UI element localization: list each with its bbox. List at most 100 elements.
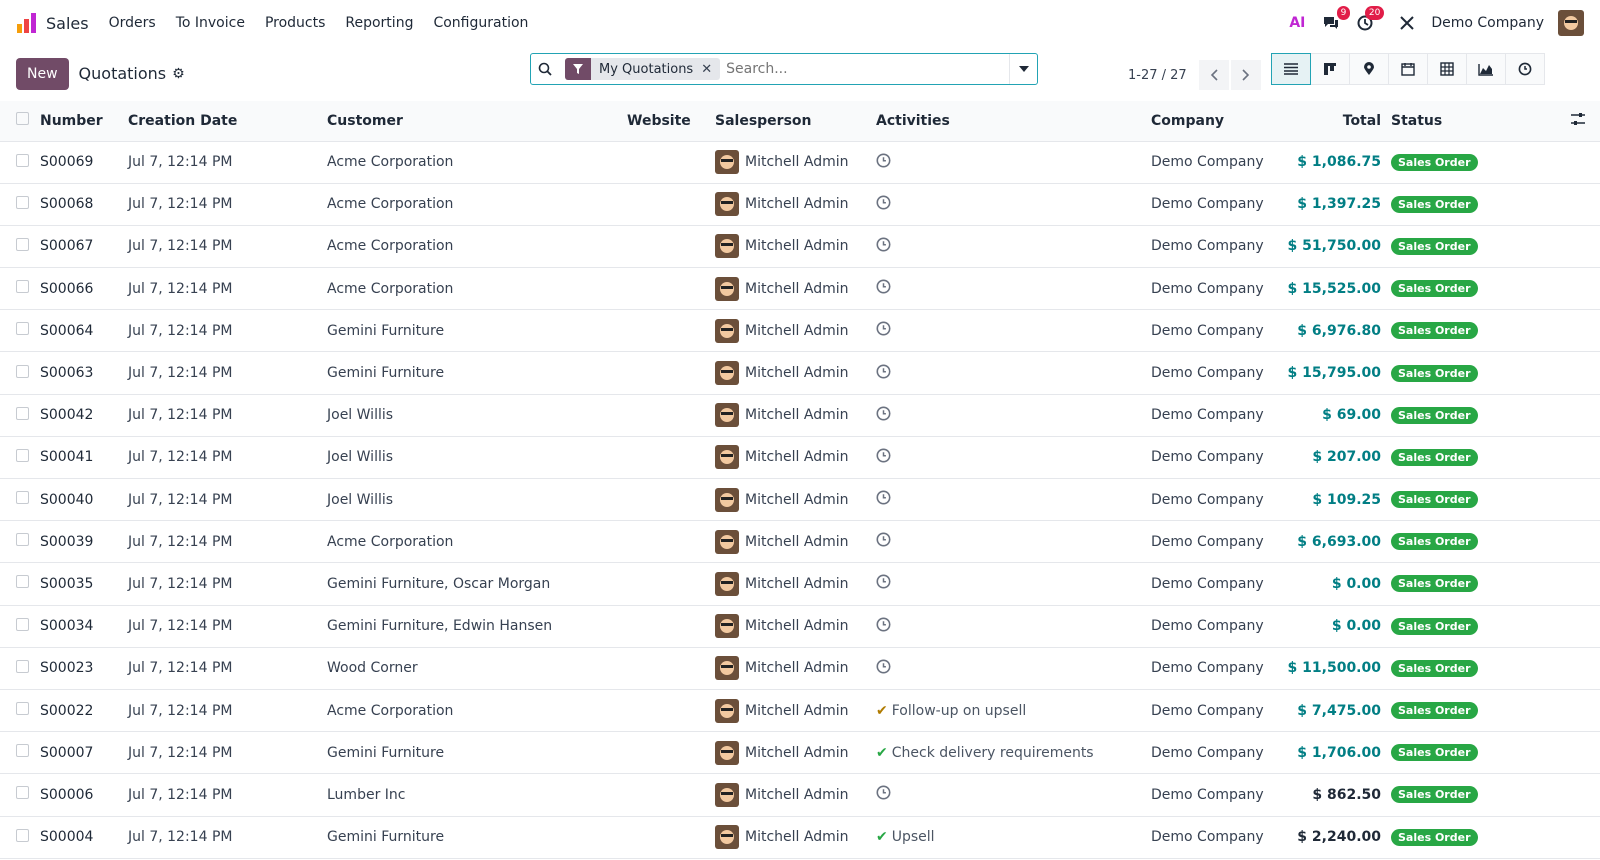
table-row[interactable]: S00006 Jul 7, 12:14 PM Lumber Inc Mitchell …: [0, 773, 1600, 817]
list-view-button[interactable]: [1271, 53, 1311, 85]
activity-clock-icon[interactable]: [876, 448, 891, 467]
table-row[interactable]: S00034 Jul 7, 12:14 PM Gemini Furniture, E…: [0, 605, 1600, 648]
salesperson-avatar[interactable]: [715, 445, 739, 470]
table-row[interactable]: S00004 Jul 7, 12:14 PM Gemini Furniture Mit…: [0, 816, 1600, 859]
header-total[interactable]: Total: [1281, 101, 1391, 142]
activity-check-icon[interactable]: ✔: [876, 829, 888, 845]
table-row[interactable]: S00068 Jul 7, 12:14 PM Acme Corporation Mit…: [0, 183, 1600, 226]
gear-icon[interactable]: ⚙: [172, 66, 185, 82]
header-status[interactable]: Status: [1391, 101, 1526, 142]
salesperson-avatar[interactable]: [715, 571, 739, 596]
pager-value[interactable]: 1-27 / 27: [1128, 68, 1187, 83]
activity-clock-icon[interactable]: [876, 659, 891, 678]
activity-clock-icon[interactable]: [876, 153, 891, 172]
table-row[interactable]: S00023 Jul 7, 12:14 PM Wood Corner Mitchell…: [0, 647, 1600, 690]
search-input[interactable]: [726, 61, 1007, 77]
activity-clock-icon[interactable]: [876, 574, 891, 593]
row-checkbox[interactable]: [16, 659, 29, 673]
pivot-view-button[interactable]: [1427, 53, 1467, 85]
pager-previous-button[interactable]: [1198, 60, 1229, 90]
row-checkbox[interactable]: [16, 322, 29, 336]
row-checkbox[interactable]: [16, 406, 29, 420]
row-checkbox[interactable]: [16, 828, 29, 842]
menu-products[interactable]: Products: [265, 15, 325, 31]
activity-clock-icon[interactable]: [876, 617, 891, 636]
graph-view-button[interactable]: [1466, 53, 1506, 85]
activity-summary[interactable]: Upsell: [892, 829, 935, 845]
optional-columns-toggle[interactable]: [1526, 101, 1600, 142]
select-all-checkbox[interactable]: [16, 112, 29, 126]
header-number[interactable]: Number: [40, 101, 128, 142]
table-row[interactable]: S00035 Jul 7, 12:14 PM Gemini Furniture, O…: [0, 562, 1600, 606]
activity-clock-icon[interactable]: [876, 490, 891, 509]
search-icon[interactable]: [531, 62, 559, 76]
menu-to-invoice[interactable]: To Invoice: [176, 15, 245, 31]
search-options-toggle[interactable]: [1009, 54, 1037, 84]
map-view-button[interactable]: [1349, 53, 1389, 85]
activity-summary[interactable]: Follow-up on upsell: [892, 703, 1027, 719]
table-row[interactable]: S00022 Jul 7, 12:14 PM Acme Corporation Mit…: [0, 689, 1600, 733]
chat-icon[interactable]: 9: [1321, 6, 1351, 33]
salesperson-avatar[interactable]: [715, 192, 739, 217]
calendar-view-button[interactable]: [1388, 53, 1428, 85]
activity-check-icon[interactable]: ✔: [876, 745, 888, 761]
menu-reporting[interactable]: Reporting: [345, 15, 413, 31]
row-checkbox[interactable]: [16, 195, 29, 209]
row-checkbox[interactable]: [16, 744, 29, 758]
salesperson-avatar[interactable]: [715, 361, 739, 386]
salesperson-avatar[interactable]: [715, 529, 739, 554]
table-row[interactable]: S00042 Jul 7, 12:14 PM Joel Willis Mitchell…: [0, 394, 1600, 437]
activity-clock-icon[interactable]: [876, 195, 891, 214]
salesperson-avatar[interactable]: [715, 487, 739, 512]
sales-app-icon[interactable]: [16, 12, 38, 34]
activity-view-button[interactable]: [1505, 53, 1545, 85]
kanban-view-button[interactable]: [1310, 53, 1350, 85]
salesperson-avatar[interactable]: [715, 234, 739, 259]
table-row[interactable]: S00007 Jul 7, 12:14 PM Gemini Furniture Mit…: [0, 731, 1600, 775]
table-row[interactable]: S00064 Jul 7, 12:14 PM Gemini Furniture Mit…: [0, 309, 1600, 353]
row-checkbox[interactable]: [16, 533, 29, 547]
header-customer[interactable]: Customer: [327, 101, 627, 142]
activity-clock-icon[interactable]: [876, 279, 891, 298]
menu-orders[interactable]: Orders: [109, 15, 156, 31]
table-row[interactable]: S00066 Jul 7, 12:14 PM Acme Corporation Mit…: [0, 267, 1600, 311]
remove-facet-icon[interactable]: ✕: [701, 62, 720, 77]
table-row[interactable]: S00069 Jul 7, 12:14 PM Acme Corporation Mit…: [0, 141, 1600, 184]
salesperson-avatar[interactable]: [715, 698, 739, 723]
salesperson-avatar[interactable]: [715, 403, 739, 428]
user-avatar[interactable]: [1558, 10, 1584, 36]
header-salesperson[interactable]: Salesperson: [715, 101, 876, 142]
activity-clock-icon[interactable]: [876, 321, 891, 340]
menu-configuration[interactable]: Configuration: [433, 15, 528, 31]
row-checkbox[interactable]: [16, 702, 29, 716]
salesperson-avatar[interactable]: [715, 656, 739, 681]
activity-clock-icon[interactable]: [876, 237, 891, 256]
activity-clock-icon[interactable]: [876, 785, 891, 804]
salesperson-avatar[interactable]: [715, 782, 739, 807]
activity-summary[interactable]: Check delivery requirements: [892, 745, 1094, 761]
salesperson-avatar[interactable]: [715, 150, 739, 175]
ai-icon[interactable]: AI: [1287, 13, 1307, 33]
salesperson-avatar[interactable]: [715, 276, 739, 301]
app-name[interactable]: Sales: [46, 14, 89, 33]
row-checkbox[interactable]: [16, 617, 29, 631]
row-checkbox[interactable]: [16, 153, 29, 167]
debug-tools-icon[interactable]: [1397, 13, 1417, 33]
header-creation-date[interactable]: Creation Date: [128, 101, 327, 142]
table-row[interactable]: S00040 Jul 7, 12:14 PM Joel Willis Mitchell…: [0, 478, 1600, 522]
row-checkbox[interactable]: [16, 237, 29, 251]
row-checkbox[interactable]: [16, 491, 29, 505]
table-row[interactable]: S00041 Jul 7, 12:14 PM Joel Willis Mitchell…: [0, 436, 1600, 480]
row-checkbox[interactable]: [16, 280, 29, 294]
salesperson-avatar[interactable]: [715, 614, 739, 639]
table-row[interactable]: S00067 Jul 7, 12:14 PM Acme Corporation Mit…: [0, 225, 1600, 269]
row-checkbox[interactable]: [16, 364, 29, 378]
activity-icon[interactable]: 20: [1355, 6, 1385, 33]
row-checkbox[interactable]: [16, 786, 29, 800]
header-website[interactable]: Website: [627, 101, 715, 142]
header-company[interactable]: Company: [1151, 101, 1281, 142]
company-switcher[interactable]: Demo Company: [1431, 15, 1544, 31]
table-row[interactable]: S00039 Jul 7, 12:14 PM Acme Corporation Mit…: [0, 520, 1600, 564]
header-activities[interactable]: Activities: [876, 101, 1151, 142]
activity-clock-icon[interactable]: [876, 364, 891, 383]
